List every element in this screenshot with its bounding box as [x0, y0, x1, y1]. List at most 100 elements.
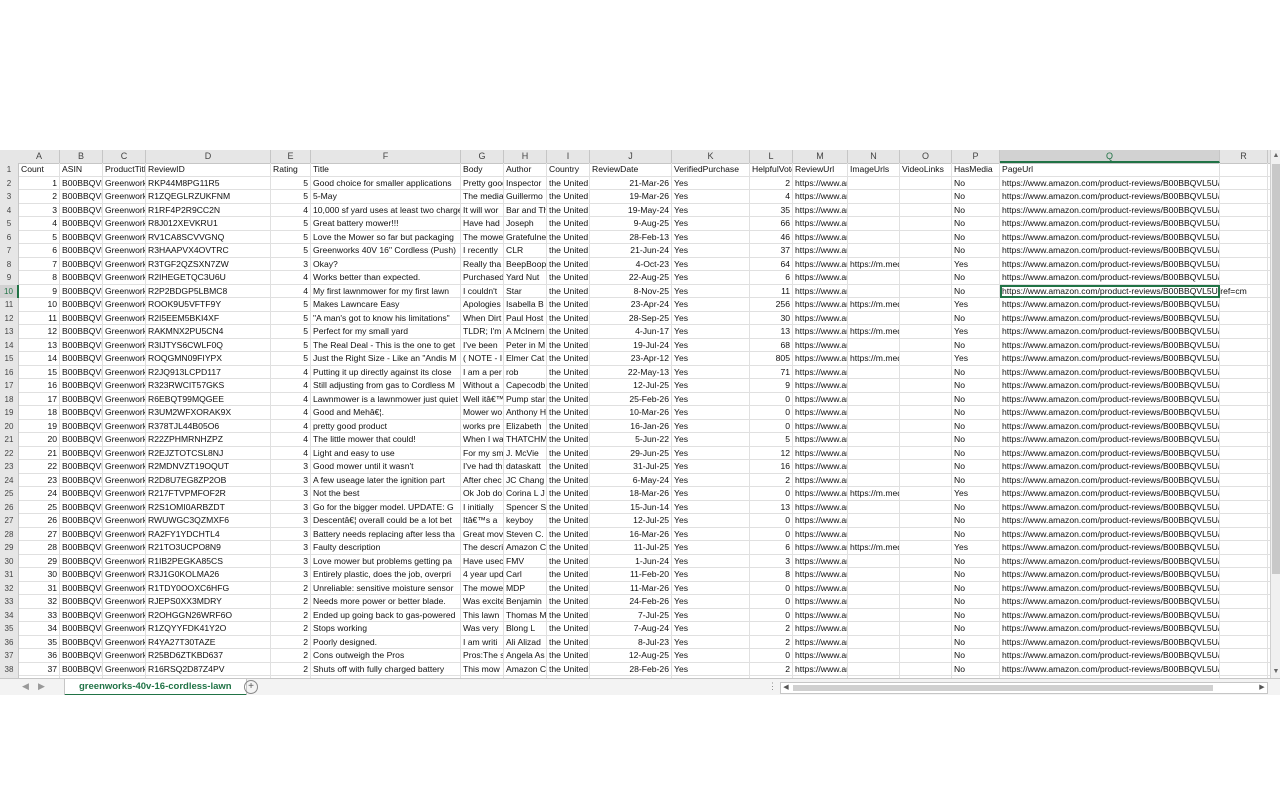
cell-e8[interactable]: 3	[271, 257, 311, 271]
cell-c21[interactable]: Greenworks	[103, 433, 146, 447]
cell-m11[interactable]: https://www.amazon.com/gp/customer	[793, 298, 848, 312]
cell-j30[interactable]: 1-Jun-24	[590, 554, 672, 568]
cell-e13[interactable]: 5	[271, 325, 311, 339]
cell-e23[interactable]: 3	[271, 460, 311, 474]
cell-c26[interactable]: Greenworks	[103, 500, 146, 514]
cell-d15[interactable]: ROQGMN09FIYPX	[146, 352, 271, 366]
cell-k21[interactable]: Yes	[672, 433, 750, 447]
cell-p32[interactable]: No	[952, 581, 1000, 595]
cell-k3[interactable]: Yes	[672, 190, 750, 204]
cell-p5[interactable]: No	[952, 217, 1000, 231]
cell-l37[interactable]: 0	[750, 649, 793, 663]
cell-m19[interactable]: https://www.amazon.com/gp/customer	[793, 406, 848, 420]
cell-c28[interactable]: Greenworks	[103, 527, 146, 541]
cell-k15[interactable]: Yes	[672, 352, 750, 366]
cell-a18[interactable]: 17	[19, 392, 60, 406]
row-header[interactable]: 9	[0, 271, 19, 285]
cell-k11[interactable]: Yes	[672, 298, 750, 312]
cell-o37[interactable]	[900, 649, 952, 663]
cell-q31[interactable]: https://www.amazon.com/product-reviews/B…	[1000, 568, 1220, 582]
cell-f29[interactable]: Faulty description	[311, 541, 461, 555]
cell-d5[interactable]: R8J012XEVKRU1	[146, 217, 271, 231]
cell-c33[interactable]: Greenworks	[103, 595, 146, 609]
row-header[interactable]: 4	[0, 203, 19, 217]
cell-r24[interactable]	[1220, 473, 1268, 487]
horizontal-scroll-thumb[interactable]	[793, 685, 1213, 691]
cell-j35[interactable]: 7-Aug-24	[590, 622, 672, 636]
cell-g11[interactable]: Apologies	[461, 298, 504, 312]
cell-r34[interactable]	[1220, 608, 1268, 622]
cell-k28[interactable]: Yes	[672, 527, 750, 541]
cell-q33[interactable]: https://www.amazon.com/product-reviews/B…	[1000, 595, 1220, 609]
cell-e18[interactable]: 4	[271, 392, 311, 406]
cell-f16[interactable]: Putting it up directly against its close	[311, 365, 461, 379]
cell-q34[interactable]: https://www.amazon.com/product-reviews/B…	[1000, 608, 1220, 622]
cell-q23[interactable]: https://www.amazon.com/product-reviews/B…	[1000, 460, 1220, 474]
cell-i4[interactable]: the United	[547, 203, 590, 217]
cell-p38[interactable]: No	[952, 662, 1000, 676]
cell-e7[interactable]: 5	[271, 244, 311, 258]
cell-m30[interactable]: https://www.amazon.com/gp/customer	[793, 554, 848, 568]
cell-a5[interactable]: 4	[19, 217, 60, 231]
cell-g5[interactable]: Have had	[461, 217, 504, 231]
cell-q22[interactable]: https://www.amazon.com/product-reviews/B…	[1000, 446, 1220, 460]
cell-o35[interactable]	[900, 622, 952, 636]
cell-e26[interactable]: 3	[271, 500, 311, 514]
cell-d13[interactable]: RAKMNX2PU5CN4	[146, 325, 271, 339]
cell-e22[interactable]: 4	[271, 446, 311, 460]
cell-m36[interactable]: https://www.amazon.com/gp/customer	[793, 635, 848, 649]
cell-m25[interactable]: https://www.amazon.com/gp/customer	[793, 487, 848, 501]
cell-q11[interactable]: https://www.amazon.com/product-reviews/B…	[1000, 298, 1220, 312]
row-header[interactable]: 1	[0, 163, 19, 177]
cell-h17[interactable]: Capecodb	[504, 379, 547, 393]
cell-i37[interactable]: the United	[547, 649, 590, 663]
cell-l17[interactable]: 9	[750, 379, 793, 393]
cell-n28[interactable]	[848, 527, 900, 541]
cell-d3[interactable]: R1ZQEGLRZUKFNM	[146, 190, 271, 204]
cell-g13[interactable]: TLDR; I'm	[461, 325, 504, 339]
cell-d7[interactable]: R3HAAPVX4OVTRC	[146, 244, 271, 258]
cell-b30[interactable]: B00BBQVL	[60, 554, 103, 568]
cell-i13[interactable]: the United	[547, 325, 590, 339]
cell-k2[interactable]: Yes	[672, 176, 750, 190]
cell-j38[interactable]: 28-Feb-26	[590, 662, 672, 676]
cell-p12[interactable]: No	[952, 311, 1000, 325]
cell-l15[interactable]: 805	[750, 352, 793, 366]
cell-n27[interactable]	[848, 514, 900, 528]
column-header-q[interactable]: Q	[1000, 150, 1220, 163]
cell-k8[interactable]: Yes	[672, 257, 750, 271]
cell-r18[interactable]	[1220, 392, 1268, 406]
cell-k24[interactable]: Yes	[672, 473, 750, 487]
cell-a23[interactable]: 22	[19, 460, 60, 474]
cell-k38[interactable]: Yes	[672, 662, 750, 676]
cell-h9[interactable]: Yard Nut	[504, 271, 547, 285]
cell-l21[interactable]: 5	[750, 433, 793, 447]
cell-a37[interactable]: 36	[19, 649, 60, 663]
cell-a11[interactable]: 10	[19, 298, 60, 312]
row-header[interactable]: 6	[0, 230, 19, 244]
cell-l20[interactable]: 0	[750, 419, 793, 433]
cell-c34[interactable]: Greenworks	[103, 608, 146, 622]
cell-q27[interactable]: https://www.amazon.com/product-reviews/B…	[1000, 514, 1220, 528]
cell-e9[interactable]: 4	[271, 271, 311, 285]
cell-g33[interactable]: Was excite	[461, 595, 504, 609]
cell-b21[interactable]: B00BBQVL	[60, 433, 103, 447]
cell-f3[interactable]: 5-May	[311, 190, 461, 204]
cell-b36[interactable]: B00BBQVL	[60, 635, 103, 649]
column-header-m[interactable]: M	[793, 150, 848, 163]
cell-l2[interactable]: 2	[750, 176, 793, 190]
cell-p7[interactable]: No	[952, 244, 1000, 258]
cell-g34[interactable]: This lawn	[461, 608, 504, 622]
row-header[interactable]: 37	[0, 649, 19, 663]
cell-d11[interactable]: ROOK9U5VFTF9Y	[146, 298, 271, 312]
cell-q32[interactable]: https://www.amazon.com/product-reviews/B…	[1000, 581, 1220, 595]
cell-r30[interactable]	[1220, 554, 1268, 568]
cell-n18[interactable]	[848, 392, 900, 406]
cell-a17[interactable]: 16	[19, 379, 60, 393]
cell-c3[interactable]: Greenworks	[103, 190, 146, 204]
cell-l19[interactable]: 0	[750, 406, 793, 420]
cell-f30[interactable]: Love mower but problems getting pa	[311, 554, 461, 568]
cell-j21[interactable]: 5-Jun-22	[590, 433, 672, 447]
cell-a28[interactable]: 27	[19, 527, 60, 541]
cell-o17[interactable]	[900, 379, 952, 393]
